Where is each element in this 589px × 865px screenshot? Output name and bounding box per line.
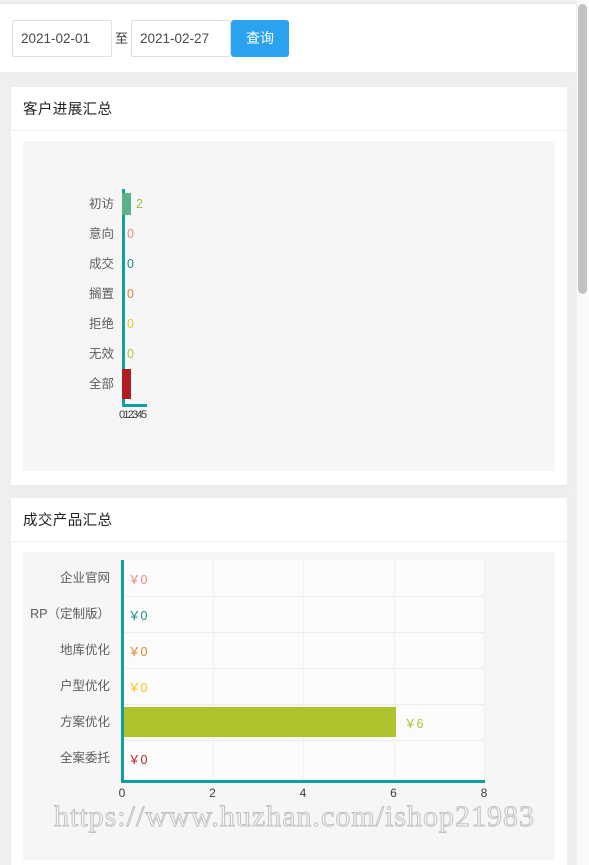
chart2-plot: 企业官网 ￥0 RP（定制版） ￥0 地库优化 ￥0 户型优化 ￥0 方案优化 ￥6 全案委托 ￥0 0…: [23, 552, 555, 860]
chart1-value-label: 0: [127, 347, 134, 361]
deal-products-title: 成交产品汇总: [23, 513, 113, 529]
chart2-value-label: ￥6: [404, 716, 424, 731]
chart1-bar[interactable]: [122, 193, 131, 215]
chart1-bar-row[interactable]: 0: [122, 249, 134, 279]
chart2-x-tick: 2: [209, 786, 216, 800]
chart2-x-tick: 0: [118, 786, 126, 800]
chart2-x-axis: [121, 780, 485, 783]
chart2-category-label: 户型优化: [59, 679, 110, 693]
chart2-bar-row[interactable]: ￥6: [124, 704, 423, 740]
chart1-value-label: 2: [136, 197, 143, 211]
chart2-value-label: ￥0: [128, 752, 148, 767]
chart1-bar-row[interactable]: 0: [122, 219, 134, 249]
customer-progress-header: 客户进展汇总: [11, 87, 567, 131]
chart1-x-ticks: 012345: [119, 409, 148, 423]
chart2-x-tick: 4: [299, 786, 307, 800]
chart1-bar-row[interactable]: 2: [122, 189, 143, 219]
chart2-bar-row[interactable]: ￥0: [124, 632, 147, 668]
chart1-x-tick: 5: [140, 409, 148, 421]
query-button[interactable]: 查询: [231, 19, 290, 57]
chart1-category-label: 全部: [88, 377, 114, 391]
customer-progress-body: 初访 2 意向 0 成交 0 搁置 0 拒绝 0 无效 0 全部 0 1 2 3 4 5: [11, 131, 567, 483]
customer-progress-chart[interactable]: 初访 2 意向 0 成交 0 搁置 0 拒绝 0 无效 0 全部 0 1 2 3 4 5: [23, 141, 555, 471]
chart2-bar-row[interactable]: ￥0: [124, 560, 147, 596]
chart1-bar-row[interactable]: 0: [122, 279, 134, 309]
chart1-x-axis: [122, 404, 147, 407]
end-date-input[interactable]: [131, 19, 232, 57]
customer-progress-card: 客户进展汇总 初访 2 意向 0 成交 0 搁置 0 拒绝 0 无效 0 全部 0 1 2 3 4 5: [10, 86, 568, 486]
chart2-value-label: ￥0: [128, 572, 148, 587]
chart1-value-label: 0: [127, 227, 134, 241]
chart2-category-label: 企业官网: [59, 571, 110, 585]
chart1-bar[interactable]: [122, 369, 131, 399]
chart2-value-label: ￥0: [128, 608, 148, 623]
chart1-bar-row[interactable]: 0: [122, 309, 134, 339]
date-range-separator: 至: [115, 30, 129, 46]
deal-products-chart[interactable]: 企业官网 ￥0 RP（定制版） ￥0 地库优化 ￥0 户型优化 ￥0 方案优化 ￥6 全案委托 ￥0 0…: [23, 552, 555, 860]
chart1-category-label: 无效: [88, 347, 114, 361]
customer-progress-title: 客户进展汇总: [23, 102, 113, 118]
app-page: 至 查询 客户进展汇总 初访 2 意向 0 成交 0 搁置 0 拒绝 0 无效 0 全部 012345 成…: [0, 0, 589, 865]
deal-products-body: 企业官网 ￥0 RP（定制版） ￥0 地库优化 ￥0 户型优化 ￥0 方案优化 ￥6 全案委托 ￥0 0…: [11, 542, 567, 865]
chart2-category-label: 地库优化: [59, 643, 110, 657]
chart1-category-label: 成交: [88, 257, 114, 271]
page-scrollbar-thumb[interactable]: [578, 4, 587, 294]
chart2-x-tick: 6: [390, 786, 397, 800]
chart2-gridline-vertical: [303, 560, 304, 780]
chart1-plot: 初访 2 意向 0 成交 0 搁置 0 拒绝 0 无效 0 全部 0 1 2 3 4 5: [23, 141, 555, 471]
chart2-category-label: 方案优化: [59, 715, 110, 729]
chart1-category-label: 搁置: [88, 287, 114, 301]
chart2-bar[interactable]: [124, 707, 396, 737]
deal-products-card: 成交产品汇总 企业官网 ￥0 RP（定制版） ￥0 地库优化 ￥0 户型优化 ￥0 方案优化 ￥6…: [10, 497, 568, 865]
chart1-category-label: 意向: [88, 227, 114, 241]
chart2-bar-row[interactable]: ￥0: [124, 668, 147, 704]
chart2-gridline-vertical: [484, 560, 485, 780]
start-date-input[interactable]: [12, 19, 112, 57]
deal-products-header: 成交产品汇总: [11, 498, 567, 542]
chart2-x-ticks: 0 2 4 6 8: [23, 786, 555, 802]
chart2-category-label: RP（定制版）: [30, 607, 110, 621]
chart2-value-label: ￥0: [128, 644, 148, 659]
chart2-gridline-vertical: [393, 560, 395, 780]
chart2-x-tick: 8: [480, 786, 488, 800]
chart1-value-label: 0: [127, 287, 134, 301]
chart2-value-label: ￥0: [128, 680, 148, 695]
page-scrollbar-track[interactable]: [576, 0, 589, 865]
chart2-bar-row[interactable]: ￥0: [124, 596, 147, 632]
chart1-category-label: 拒绝: [88, 317, 114, 331]
chart2-gridline-vertical: [212, 560, 214, 780]
chart2-bar-row[interactable]: ￥0: [124, 740, 147, 776]
chart1-bar-row[interactable]: [122, 369, 131, 399]
chart1-value-label: 0: [127, 257, 134, 271]
chart1-value-label: 0: [127, 317, 134, 331]
chart1-category-label: 初访: [88, 197, 114, 211]
chart1-bar-row[interactable]: 0: [122, 339, 134, 369]
filter-toolbar: 至 查询: [0, 3, 578, 73]
chart2-category-label: 全案委托: [59, 751, 110, 765]
